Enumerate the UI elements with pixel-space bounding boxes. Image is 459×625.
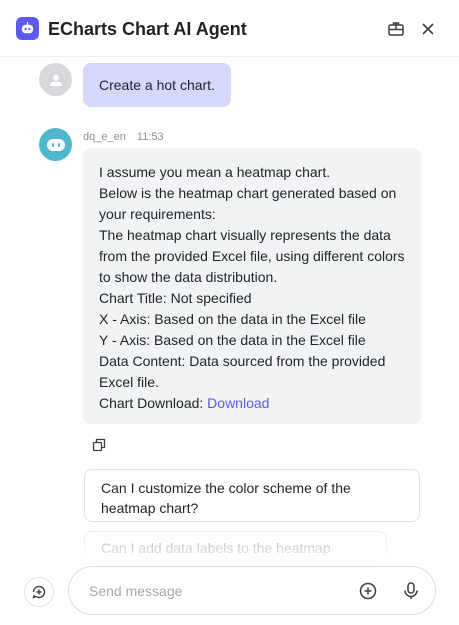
user-icon bbox=[49, 74, 62, 86]
user-avatar bbox=[39, 63, 72, 96]
copy-icon bbox=[92, 438, 106, 452]
bot-name: dq_e_en bbox=[83, 131, 126, 143]
new-chat-icon bbox=[32, 585, 46, 599]
close-button[interactable] bbox=[417, 18, 439, 40]
download-link[interactable]: Download bbox=[207, 395, 269, 411]
close-icon bbox=[422, 23, 434, 35]
bot-message-line: Chart Title: Not specified bbox=[99, 290, 252, 306]
bot-message-line: Data Content: Data sourced from the prov… bbox=[99, 353, 386, 390]
bot-message-line: Below is the heatmap chart generated bas… bbox=[99, 185, 397, 222]
message-time: 11:53 bbox=[136, 131, 164, 143]
message-input[interactable] bbox=[89, 567, 349, 614]
bot-message-line: I assume you mean a heatmap chart. bbox=[99, 164, 331, 180]
app-title: ECharts Chart AI Agent bbox=[48, 19, 247, 39]
robot-logo-icon bbox=[16, 17, 39, 40]
toolbox-button[interactable] bbox=[385, 18, 407, 40]
bot-message-line: The heatmap chart visually represents th… bbox=[99, 227, 405, 285]
bot-avatar bbox=[39, 128, 72, 161]
new-chat-button[interactable] bbox=[24, 577, 54, 607]
suggestion-item[interactable]: Can I customize the color scheme of the … bbox=[84, 469, 420, 522]
bot-face-icon bbox=[46, 138, 65, 151]
toolbox-icon bbox=[388, 22, 404, 36]
voice-button[interactable] bbox=[401, 581, 421, 601]
suggestion-item[interactable]: Can I add data labels to the heatmap cha… bbox=[84, 531, 387, 561]
copy-button[interactable] bbox=[92, 438, 106, 452]
bot-message-bubble: I assume you mean a heatmap chart. Below… bbox=[83, 148, 421, 424]
bot-message-line: Y - Axis: Based on the data in the Excel… bbox=[99, 332, 366, 348]
download-label: Chart Download: bbox=[99, 395, 208, 411]
download-line: Chart Download: Download bbox=[99, 393, 405, 414]
chat-header: ECharts Chart AI Agent bbox=[0, 0, 459, 57]
plus-circle-icon bbox=[359, 582, 377, 600]
bot-message-meta: dq_e_en 11:53 bbox=[83, 130, 172, 144]
message-composer bbox=[68, 566, 436, 615]
microphone-icon bbox=[404, 582, 418, 599]
attach-button[interactable] bbox=[358, 581, 378, 601]
user-message-bubble: Create a hot chart. bbox=[83, 63, 231, 107]
bot-message-line: X - Axis: Based on the data in the Excel… bbox=[99, 311, 366, 327]
